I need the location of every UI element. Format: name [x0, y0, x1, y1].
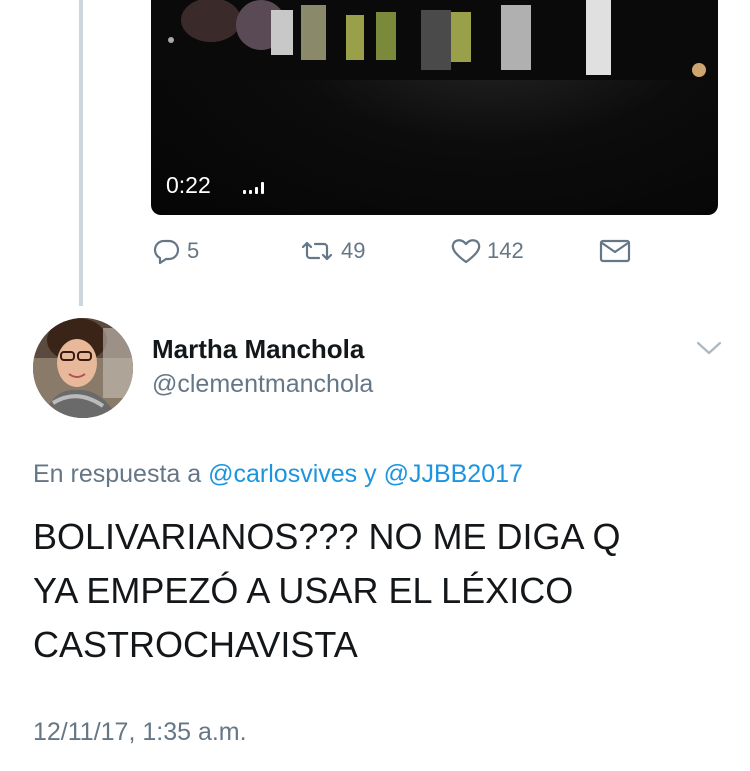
- retweet-count: 49: [341, 238, 366, 263]
- like-count: 142: [487, 238, 524, 263]
- heart-icon: [451, 239, 481, 264]
- user-handle[interactable]: @clementmanchola: [152, 370, 373, 399]
- video-duration: 0:22: [166, 172, 211, 198]
- avatar[interactable]: [33, 318, 133, 418]
- envelope-icon: [599, 239, 631, 263]
- retweet-action[interactable]: 49: [299, 238, 365, 264]
- mention-link[interactable]: @carlosvives: [208, 460, 357, 488]
- chevron-down-icon[interactable]: [696, 340, 722, 356]
- video-player[interactable]: 0:22: [151, 0, 718, 215]
- reply-bubble-icon: [153, 239, 180, 264]
- replying-to-line: En respuesta a @carlosvives y @JJBB2017: [33, 460, 523, 489]
- tweet-text: BOLIVARIANOS??? NO ME DIGA Q YA EMPEZÓ A…: [33, 510, 723, 672]
- tweet-text-line: CASTROCHAVISTA: [33, 624, 358, 665]
- tweet-text-line: BOLIVARIANOS??? NO ME DIGA Q: [33, 516, 621, 557]
- video-frame-scene: [151, 0, 718, 80]
- tweet-text-line: YA EMPEZÓ A USAR EL LÉXICO: [33, 570, 574, 611]
- display-name[interactable]: Martha Manchola: [152, 334, 364, 365]
- tweet-action-bar: 5 49 142: [151, 238, 718, 278]
- volume-bars-icon[interactable]: [243, 180, 264, 194]
- mention-link[interactable]: @JJBB2017: [384, 460, 523, 488]
- like-action[interactable]: 142: [451, 238, 524, 264]
- profile-photo: [33, 318, 133, 418]
- reply-count: 5: [187, 238, 200, 263]
- tweet-timestamp[interactable]: 12/11/17, 1:35 a.m.: [33, 718, 247, 747]
- thread-connector-line: [79, 0, 83, 306]
- retweet-icon: [301, 241, 333, 261]
- direct-message-action[interactable]: [599, 238, 631, 264]
- reply-action[interactable]: 5: [153, 238, 199, 264]
- replying-to-label: En respuesta a: [33, 460, 202, 488]
- mention-joiner: y: [364, 460, 377, 488]
